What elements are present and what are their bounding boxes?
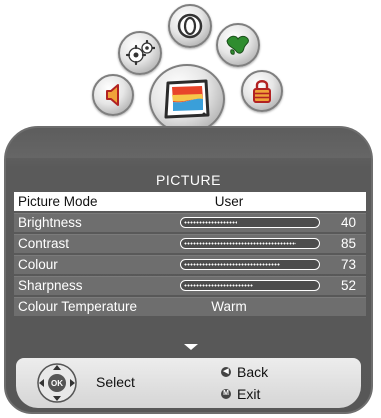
row-brightness[interactable]: Brightness 40 bbox=[14, 213, 366, 232]
row-label: Colour Temperature bbox=[18, 299, 138, 314]
panel-header-shade bbox=[6, 128, 371, 158]
colour-slider[interactable] bbox=[180, 259, 320, 270]
select-hint-label: Select bbox=[96, 374, 135, 390]
speaker-icon[interactable] bbox=[92, 74, 134, 116]
brightness-slider[interactable] bbox=[180, 217, 320, 228]
back-hint-label: Back bbox=[237, 364, 269, 380]
lock-icon[interactable] bbox=[241, 70, 283, 112]
sharpness-slider[interactable] bbox=[180, 280, 320, 291]
settings-list: Picture Mode User Brightness 40 Contrast… bbox=[14, 192, 366, 318]
brightness-value: 40 bbox=[340, 215, 356, 230]
back-hint: ◀ Back bbox=[221, 364, 268, 380]
picture-mode-value: User bbox=[214, 194, 244, 209]
exit-hint: M Exit bbox=[221, 386, 260, 402]
row-label: Picture Mode bbox=[18, 194, 98, 209]
row-label: Contrast bbox=[18, 236, 70, 251]
settings-gears-icon[interactable] bbox=[118, 31, 162, 75]
picture-tv-icon[interactable] bbox=[149, 64, 225, 134]
menu-title: PICTURE bbox=[156, 172, 221, 188]
sharpness-value: 52 bbox=[340, 278, 356, 293]
nav-ok-pad-icon: OK bbox=[36, 362, 78, 404]
row-label: Brightness bbox=[18, 215, 82, 230]
clock-icon[interactable] bbox=[168, 4, 212, 48]
contrast-slider[interactable] bbox=[180, 238, 320, 249]
contrast-value: 85 bbox=[340, 236, 356, 251]
row-colour-temperature[interactable]: Colour Temperature Warm bbox=[14, 297, 366, 316]
scroll-down-arrow-icon[interactable] bbox=[184, 344, 198, 350]
exit-hint-label: Exit bbox=[237, 386, 261, 402]
row-sharpness[interactable]: Sharpness 52 bbox=[14, 276, 366, 295]
globe-icon[interactable] bbox=[216, 23, 260, 67]
footer-hints: OK Select ◀ Back M Exit bbox=[16, 358, 361, 408]
colour-temperature-value: Warm bbox=[211, 299, 247, 314]
colour-value: 73 bbox=[340, 257, 356, 272]
back-arrow-icon: ◀ bbox=[221, 367, 231, 377]
row-picture-mode[interactable]: Picture Mode User bbox=[14, 192, 366, 211]
menu-key-icon: M bbox=[221, 389, 231, 399]
row-label: Sharpness bbox=[18, 278, 83, 293]
svg-text:OK: OK bbox=[51, 379, 63, 388]
row-colour[interactable]: Colour 73 bbox=[14, 255, 366, 274]
row-contrast[interactable]: Contrast 85 bbox=[14, 234, 366, 253]
picture-menu-panel: PICTURE Picture Mode User Brightness 40 … bbox=[4, 126, 373, 414]
row-label: Colour bbox=[18, 257, 58, 272]
